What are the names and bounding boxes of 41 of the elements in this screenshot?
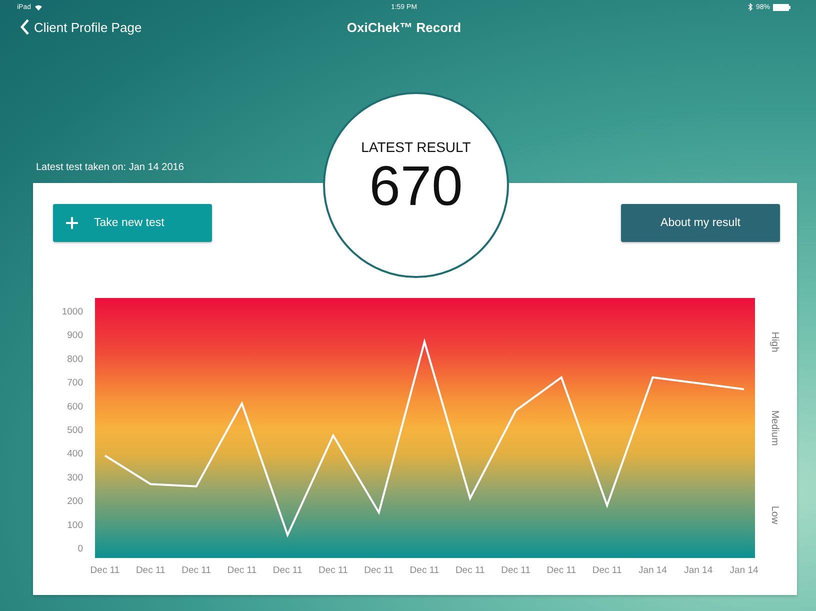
y-tick-label: 600 <box>67 401 83 412</box>
y-tick-label: 900 <box>67 330 83 342</box>
y-tick-label: 700 <box>67 378 83 389</box>
x-tick-label: Jan 14 <box>684 565 713 576</box>
result-value: 670 <box>369 155 463 217</box>
x-tick-label: Dec 11 <box>227 565 257 576</box>
battery-icon <box>772 4 791 10</box>
about-result-button[interactable]: About my result <box>621 204 780 242</box>
y-tick-label: 0 <box>78 544 83 555</box>
x-tick-label: Dec 11 <box>136 565 166 576</box>
zone-label: High <box>769 332 780 352</box>
back-button[interactable]: Client Profile Page <box>11 19 142 35</box>
x-tick-label: Jan 14 <box>638 565 667 576</box>
x-tick-label: Dec 11 <box>592 565 622 576</box>
latest-test-date: Latest test taken on: Jan 14 2016 <box>35 162 184 173</box>
wifi-icon <box>34 4 44 10</box>
plus-icon <box>66 217 78 229</box>
x-tick-label: Dec 11 <box>501 565 530 576</box>
x-tick-label: Dec 11 <box>272 565 302 576</box>
y-tick-label: 200 <box>67 496 83 508</box>
y-tick-label: 1000 <box>62 306 83 318</box>
take-test-button[interactable]: Take new test <box>53 204 212 242</box>
chevron-left-icon <box>20 19 30 35</box>
bluetooth-icon <box>748 3 753 11</box>
zone-label: Medium <box>769 410 780 446</box>
y-tick-label: 400 <box>67 448 83 460</box>
y-tick-label: 500 <box>67 425 83 436</box>
zone-label: Low <box>769 506 780 524</box>
x-tick-label: Dec 11 <box>182 565 211 576</box>
y-tick-label: 300 <box>67 472 83 484</box>
x-tick-label: Dec 11 <box>546 565 576 576</box>
x-tick-label: Dec 11 <box>364 565 394 576</box>
x-tick-label: Jan 14 <box>730 565 758 576</box>
x-tick-label: Dec 11 <box>455 565 485 576</box>
x-tick-label: Dec 11 <box>90 565 120 576</box>
x-tick-label: Dec 11 <box>410 565 440 576</box>
result-heading: LATEST RESULT <box>361 139 471 155</box>
x-tick-label: Dec 11 <box>318 565 348 576</box>
page-title: OxiChek™ Record <box>346 20 462 34</box>
y-tick-label: 100 <box>67 520 83 531</box>
y-tick-label: 800 <box>67 354 83 365</box>
